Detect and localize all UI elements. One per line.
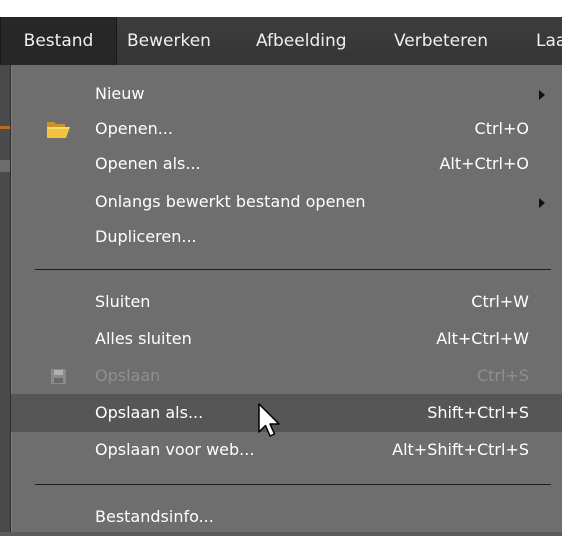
menu-item-openen[interactable]: Openen... Ctrl+O	[11, 110, 562, 148]
menu-bewerken[interactable]: Bewerken	[127, 17, 211, 65]
shortcut-label: Ctrl+W	[471, 292, 529, 311]
menu-item-dupliceren[interactable]: Dupliceren...	[11, 218, 562, 256]
save-icon	[50, 357, 68, 395]
menubar: Bestand Bewerken Afbeelding Verbeteren L…	[0, 17, 562, 66]
menu-item-label: Nieuw	[95, 84, 145, 103]
shortcut-label: Ctrl+S	[476, 366, 529, 385]
submenu-arrow-icon	[539, 198, 545, 208]
window-top-strip	[0, 0, 562, 17]
menu-item-label: Bestandsinfo...	[95, 507, 214, 526]
menu-item-opslaan-als[interactable]: Opslaan als... Shift+Ctrl+S	[11, 394, 562, 432]
menu-item-opslaan-voor-web[interactable]: Opslaan voor web... Alt+Shift+Ctrl+S	[11, 431, 562, 469]
shortcut-label: Alt+Ctrl+O	[439, 154, 529, 173]
menu-item-label: Openen...	[95, 119, 173, 138]
menu-item-label: Openen als...	[95, 154, 201, 173]
menu-afbeelding[interactable]: Afbeelding	[256, 17, 347, 65]
menu-verbeteren[interactable]: Verbeteren	[394, 17, 488, 65]
menu-item-label: Opslaan	[95, 366, 161, 385]
shortcut-label: Shift+Ctrl+S	[427, 403, 529, 422]
file-menu-dropdown: Nieuw Openen... Ctrl+O Openen als... Alt…	[10, 65, 562, 532]
menu-item-alles-sluiten[interactable]: Alles sluiten Alt+Ctrl+W	[11, 320, 562, 358]
menu-item-label: Dupliceren...	[95, 227, 197, 246]
shortcut-label: Alt+Ctrl+W	[436, 329, 529, 348]
menu-separator	[35, 269, 551, 270]
menu-separator	[35, 484, 551, 485]
menu-item-opslaan: Opslaan Ctrl+S	[11, 357, 562, 395]
shortcut-label: Ctrl+O	[474, 119, 529, 138]
menu-item-sluiten[interactable]: Sluiten Ctrl+W	[11, 283, 562, 321]
menu-lagen[interactable]: Laa	[536, 17, 562, 65]
shortcut-label: Alt+Shift+Ctrl+S	[392, 440, 529, 459]
background-detail	[0, 160, 10, 172]
folder-icon	[45, 110, 73, 148]
menu-item-openen-als[interactable]: Openen als... Alt+Ctrl+O	[11, 145, 562, 183]
menu-item-label: Opslaan voor web...	[95, 440, 255, 459]
menu-item-label: Alles sluiten	[95, 329, 192, 348]
menu-item-nieuw[interactable]: Nieuw	[11, 75, 562, 113]
mouse-cursor-icon	[257, 402, 283, 446]
submenu-arrow-icon	[539, 90, 545, 100]
menu-bestand[interactable]: Bestand	[0, 17, 117, 65]
background-accent	[0, 126, 10, 129]
menu-item-bestandsinfo[interactable]: Bestandsinfo...	[11, 498, 562, 536]
menu-item-label: Opslaan als...	[95, 403, 204, 422]
menu-item-onlangs-bewerkt[interactable]: Onlangs bewerkt bestand openen	[11, 183, 562, 221]
menu-item-label: Sluiten	[95, 292, 151, 311]
menu-item-label: Onlangs bewerkt bestand openen	[95, 192, 366, 211]
